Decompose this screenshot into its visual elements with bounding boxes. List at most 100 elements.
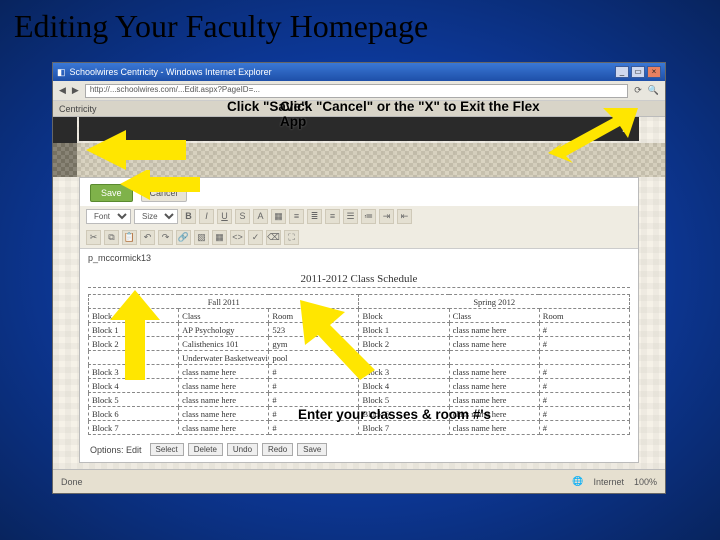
table-row[interactable]: Block 5class name here#Block 5class name… xyxy=(89,393,630,407)
option-button[interactable]: Delete xyxy=(188,443,223,456)
table-cell[interactable]: Block 7 xyxy=(359,421,449,435)
table-cell[interactable]: Calisthenics 101 xyxy=(179,337,269,351)
size-select[interactable]: Size xyxy=(134,209,178,224)
status-bar: Done 🌐 Internet 100% xyxy=(53,469,665,493)
table-cell[interactable]: # xyxy=(539,407,629,421)
table-cell[interactable]: # xyxy=(539,393,629,407)
undo-icon[interactable]: ↶ xyxy=(140,230,155,245)
table-cell[interactable]: # xyxy=(539,323,629,337)
hdr-room-r: Room xyxy=(539,309,629,323)
table-cell[interactable]: Underwater Basketweaving 301 xyxy=(179,351,269,365)
align-right-icon[interactable]: ≡ xyxy=(325,209,340,224)
tab-label: Centricity xyxy=(59,104,97,114)
close-button[interactable]: × xyxy=(647,66,661,78)
window-title: Schoolwires Centricity - Windows Interne… xyxy=(70,67,272,77)
table-cell[interactable]: # xyxy=(539,379,629,393)
status-internet: Internet xyxy=(593,477,624,487)
annotation-cancel: Click "Cancel" or the "X" to Exit the Fl… xyxy=(280,99,560,129)
search-icon[interactable]: 🔍 xyxy=(648,85,659,96)
table-cell[interactable]: class name here xyxy=(449,337,539,351)
list-ol-icon[interactable]: ≔ xyxy=(361,209,376,224)
arrow-to-classes-center xyxy=(290,300,380,380)
table-icon[interactable]: ▦ xyxy=(212,230,227,245)
table-cell[interactable]: # xyxy=(269,393,359,407)
table-cell[interactable]: Block 4 xyxy=(359,379,449,393)
table-cell[interactable]: Block 6 xyxy=(89,407,179,421)
maximize-button[interactable]: ▭ xyxy=(631,66,645,78)
table-cell[interactable]: class name here xyxy=(449,421,539,435)
page-icon: ◧ xyxy=(57,67,66,78)
table-cell[interactable]: Block 7 xyxy=(89,421,179,435)
table-cell[interactable]: Block 5 xyxy=(89,393,179,407)
option-button[interactable]: Select xyxy=(150,443,184,456)
table-cell[interactable]: Block 5 xyxy=(359,393,449,407)
table-cell[interactable]: class name here xyxy=(179,393,269,407)
status-done: Done xyxy=(61,477,83,487)
clean-icon[interactable]: ⌫ xyxy=(266,230,281,245)
image-icon[interactable]: ▧ xyxy=(194,230,209,245)
full-icon[interactable]: ⛶ xyxy=(284,230,299,245)
slide-title: Editing Your Faculty Homepage xyxy=(0,0,720,49)
annotation-enter: Enter your classes & room #'s xyxy=(298,407,491,422)
arrow-to-x xyxy=(548,108,638,168)
cut-icon[interactable]: ✂ xyxy=(86,230,101,245)
status-zoom[interactable]: 100% xyxy=(634,477,657,487)
outdent-icon[interactable]: ⇤ xyxy=(397,209,412,224)
table-cell[interactable]: # xyxy=(539,365,629,379)
option-button[interactable]: Save xyxy=(297,443,327,456)
table-cell[interactable]: class name here xyxy=(449,323,539,337)
table-cell[interactable]: class name here xyxy=(449,393,539,407)
paste-icon[interactable]: 📋 xyxy=(122,230,137,245)
forward-icon[interactable]: ▶ xyxy=(72,85,79,96)
align-left-icon[interactable]: ≡ xyxy=(289,209,304,224)
globe-icon: 🌐 xyxy=(572,476,583,487)
table-cell[interactable] xyxy=(539,351,629,365)
copy-icon[interactable]: ⧉ xyxy=(104,230,119,245)
minimize-button[interactable]: _ xyxy=(615,66,629,78)
table-cell[interactable] xyxy=(449,351,539,365)
arrow-to-save xyxy=(86,130,186,170)
font-select[interactable]: Font xyxy=(86,209,131,224)
italic-icon[interactable]: I xyxy=(199,209,214,224)
back-icon[interactable]: ◀ xyxy=(59,85,66,96)
table-cell[interactable]: # xyxy=(269,379,359,393)
table-cell[interactable]: class name here xyxy=(179,421,269,435)
table-cell[interactable]: class name here xyxy=(179,365,269,379)
table-cell[interactable]: class name here xyxy=(449,365,539,379)
align-center-icon[interactable]: ≣ xyxy=(307,209,322,224)
list-ul-icon[interactable]: ☰ xyxy=(343,209,358,224)
address-input[interactable]: http://...schoolwires.com/...Edit.aspx?P… xyxy=(85,84,628,98)
option-button[interactable]: Redo xyxy=(262,443,293,456)
redo-icon[interactable]: ↷ xyxy=(158,230,173,245)
table-cell[interactable]: class name here xyxy=(179,407,269,421)
titlebar: ◧ Schoolwires Centricity - Windows Inter… xyxy=(53,63,665,81)
semester-right: Spring 2012 xyxy=(359,295,630,309)
link-icon[interactable]: 🔗 xyxy=(176,230,191,245)
color-icon[interactable]: A xyxy=(253,209,268,224)
table-row[interactable]: Block 4class name here#Block 4class name… xyxy=(89,379,630,393)
options-row: Options: Edit Select Delete Undo Redo Save xyxy=(90,443,628,456)
arrow-to-classes-left xyxy=(105,290,165,380)
highlight-icon[interactable]: ▦ xyxy=(271,209,286,224)
table-cell[interactable]: # xyxy=(269,421,359,435)
schedule-title: 2011-2012 Class Schedule xyxy=(88,273,630,288)
table-row[interactable]: Block 7class name here#Block 7class name… xyxy=(89,421,630,435)
table-cell[interactable]: Block 4 xyxy=(89,379,179,393)
arrow-to-cancel xyxy=(120,170,200,200)
table-cell[interactable]: class name here xyxy=(449,379,539,393)
strike-icon[interactable]: S xyxy=(235,209,250,224)
refresh-icon[interactable]: ⟳ xyxy=(634,85,642,96)
underline-icon[interactable]: U xyxy=(217,209,232,224)
html-icon[interactable]: <> xyxy=(230,230,245,245)
table-cell[interactable]: # xyxy=(539,337,629,351)
hdr-class-l: Class xyxy=(179,309,269,323)
table-cell[interactable]: class name here xyxy=(179,379,269,393)
table-cell[interactable]: AP Psychology xyxy=(179,323,269,337)
spell-icon[interactable]: ✓ xyxy=(248,230,263,245)
table-cell[interactable]: # xyxy=(539,421,629,435)
hdr-class-r: Class xyxy=(449,309,539,323)
option-button[interactable]: Undo xyxy=(227,443,258,456)
bold-icon[interactable]: B xyxy=(181,209,196,224)
options-label: Options: Edit xyxy=(90,445,142,455)
indent-icon[interactable]: ⇥ xyxy=(379,209,394,224)
